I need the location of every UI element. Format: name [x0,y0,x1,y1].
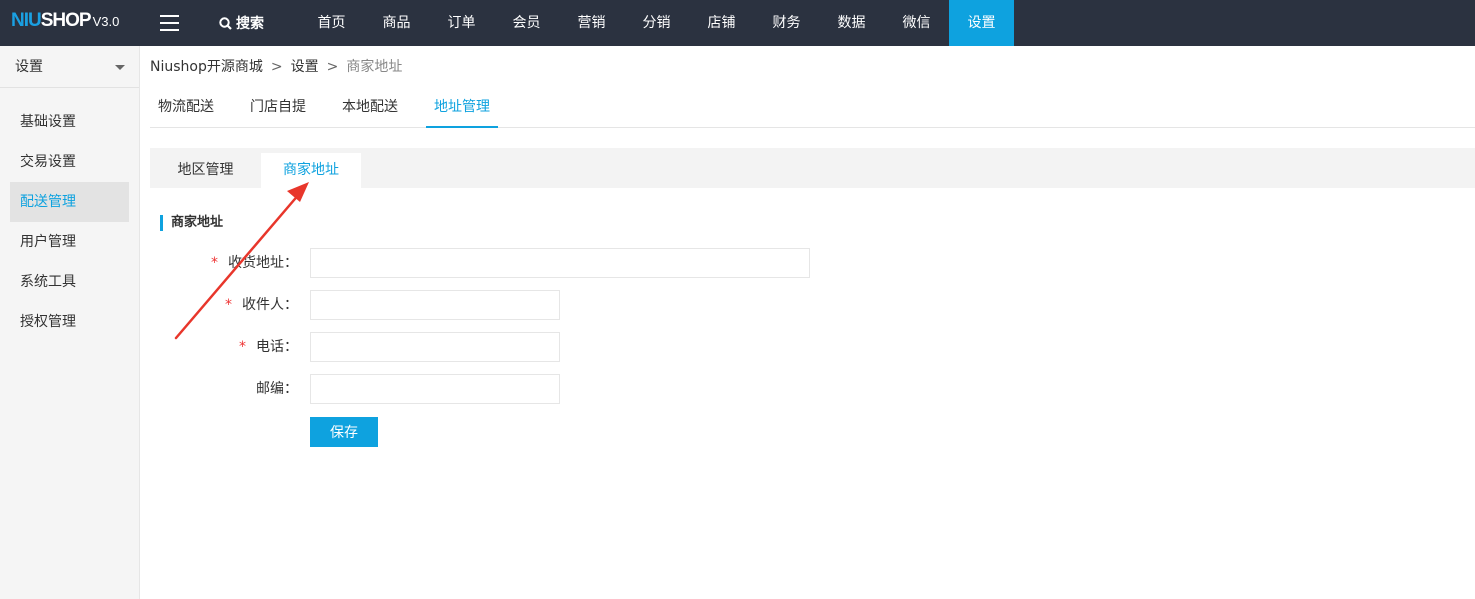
top-navbar: NIU SHOP V3.0 搜索 首页 商品 订单 会员 营销 分销 店铺 财务 数… [0,0,1475,46]
nav-item-goods[interactable]: 商品 [364,0,429,46]
logo-version: V3.0 [92,14,120,29]
address-label: * 收货地址： [211,248,298,278]
subtab-region-management[interactable]: 地区管理 [150,148,261,188]
tab-address-management[interactable]: 地址管理 [426,88,498,128]
breadcrumb-separator: > [326,59,339,75]
tab-local-delivery[interactable]: 本地配送 [342,88,398,128]
caret-down-icon [115,65,125,70]
sidebar-item-system-tools[interactable]: 系统工具 [10,262,129,302]
form-row-zipcode: 邮编： [150,374,1050,404]
nav-item-members[interactable]: 会员 [494,0,559,46]
phone-label: * 电话： [239,332,298,362]
nav-item-settings[interactable]: 设置 [949,0,1014,46]
nav-item-wechat[interactable]: 微信 [884,0,949,46]
sidebar: 设置 基础设置 交易设置 配送管理 用户管理 系统工具 授权管理 [0,46,140,599]
form-row-recipient: * 收件人： [150,290,1050,320]
phone-input[interactable] [310,332,560,362]
recipient-label: * 收件人： [225,290,298,320]
required-mark: * [211,255,218,271]
logo-part2: SHOP [40,10,92,31]
recipient-label-text: 收件人： [242,297,298,313]
nav-item-shop[interactable]: 店铺 [689,0,754,46]
sidebar-item-license-management[interactable]: 授权管理 [10,302,129,342]
section-title: 商家地址 [160,215,223,231]
recipient-input[interactable] [310,290,560,320]
search-button[interactable]: 搜索 [219,0,264,46]
required-mark: * [225,297,232,313]
sidebar-item-basic-settings[interactable]: 基础设置 [10,102,129,142]
hamburger-menu-icon[interactable] [160,15,179,31]
tab-logistics[interactable]: 物流配送 [158,88,214,128]
logo[interactable]: NIU SHOP V3.0 [11,10,119,36]
zipcode-label: 邮编： [256,374,298,404]
breadcrumb-separator: > [270,59,283,75]
address-label-text: 收货地址： [228,255,298,271]
address-subtabs: 地区管理 商家地址 [150,148,1475,188]
form-row-phone: * 电话： [150,332,1050,362]
zipcode-input[interactable] [310,374,560,404]
sidebar-item-delivery-management[interactable]: 配送管理 [10,182,129,222]
sidebar-header-label: 设置 [15,59,43,75]
save-button[interactable]: 保存 [310,417,378,447]
nav-item-home[interactable]: 首页 [299,0,364,46]
tab-store-pickup[interactable]: 门店自提 [250,88,306,128]
search-icon [219,16,232,30]
logo-part1: NIU [11,10,42,31]
nav-item-finance[interactable]: 财务 [754,0,819,46]
nav-item-orders[interactable]: 订单 [429,0,494,46]
breadcrumb-current: 商家地址 [346,59,403,75]
sidebar-header[interactable]: 设置 [0,46,139,88]
main-nav: 首页 商品 订单 会员 营销 分销 店铺 财务 数据 微信 设置 [299,0,1014,46]
subtab-merchant-address[interactable]: 商家地址 [261,153,361,188]
sidebar-menu: 基础设置 交易设置 配送管理 用户管理 系统工具 授权管理 [10,102,129,342]
delivery-tabs: 物流配送 门店自提 本地配送 地址管理 [150,88,1475,128]
phone-label-text: 电话： [256,339,298,355]
form-row-address: * 收货地址： [150,248,1050,278]
breadcrumb-settings[interactable]: 设置 [291,59,319,75]
address-input[interactable] [310,248,810,278]
sidebar-item-user-management[interactable]: 用户管理 [10,222,129,262]
nav-item-distribution[interactable]: 分销 [624,0,689,46]
search-label: 搜索 [236,16,264,32]
zipcode-label-text: 邮编： [256,381,298,397]
required-mark: * [239,339,246,355]
nav-item-marketing[interactable]: 营销 [559,0,624,46]
breadcrumb: Niushop开源商城 > 设置 > 商家地址 [150,58,402,76]
breadcrumb-home[interactable]: Niushop开源商城 [150,59,263,75]
nav-item-data[interactable]: 数据 [819,0,884,46]
sidebar-item-trade-settings[interactable]: 交易设置 [10,142,129,182]
